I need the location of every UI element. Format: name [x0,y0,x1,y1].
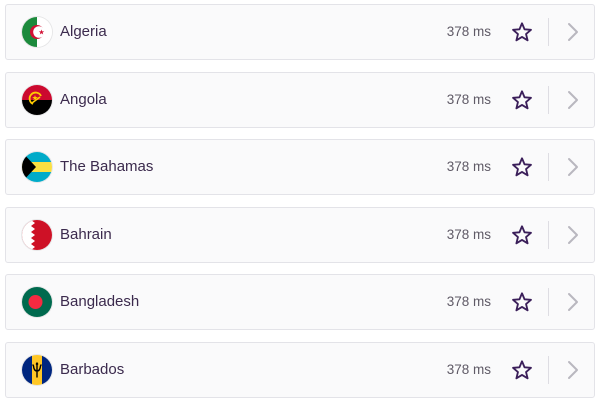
row-divider [548,85,549,114]
bahamas-flag-icon [22,152,52,182]
server-name: Angola [60,90,107,108]
server-row-angola[interactable]: Angola 378 ms [5,71,595,128]
barbados-flag-icon [22,354,52,385]
server-name: Algeria [60,23,107,40]
latency-value: 378 ms [446,159,491,174]
star-outline-icon[interactable] [511,21,533,43]
row-divider [548,153,549,181]
star-outline-icon[interactable] [511,359,533,381]
chevron-right-icon[interactable] [567,22,579,42]
server-list: Algeria 378 ms Angola 378 ms The Bahamas… [5,4,595,409]
latency-value: 378 ms [446,24,491,39]
server-row-barbados[interactable]: Barbados 378 ms [5,341,595,398]
server-name: The Bahamas [60,158,154,175]
latency-value: 378 ms [446,361,491,377]
algeria-flag-icon [22,17,52,47]
chevron-right-icon[interactable] [567,90,579,110]
star-outline-icon[interactable] [511,224,533,246]
star-outline-icon[interactable] [511,156,533,178]
bahrain-flag-icon [22,219,52,250]
chevron-right-icon[interactable] [567,157,579,177]
row-divider [548,288,549,316]
angola-flag-icon [22,84,52,115]
chevron-right-icon[interactable] [567,360,579,380]
server-name: Barbados [60,360,125,378]
chevron-right-icon[interactable] [567,292,579,312]
latency-value: 378 ms [446,294,491,309]
latency-value: 378 ms [446,226,491,242]
bangladesh-flag-icon [22,287,52,317]
row-divider [548,355,549,384]
server-name: Bahrain [60,225,112,243]
server-row-the-bahamas[interactable]: The Bahamas 378 ms [5,139,595,195]
star-outline-icon[interactable] [511,89,533,111]
row-divider [548,18,549,46]
row-divider [548,220,549,249]
server-name: Bangladesh [60,293,140,310]
latency-value: 378 ms [446,91,491,107]
chevron-right-icon[interactable] [567,225,579,245]
star-outline-icon[interactable] [511,291,533,313]
server-row-bahrain[interactable]: Bahrain 378 ms [5,206,595,263]
server-row-bangladesh[interactable]: Bangladesh 378 ms [5,274,595,330]
server-row-algeria[interactable]: Algeria 378 ms [5,4,595,60]
